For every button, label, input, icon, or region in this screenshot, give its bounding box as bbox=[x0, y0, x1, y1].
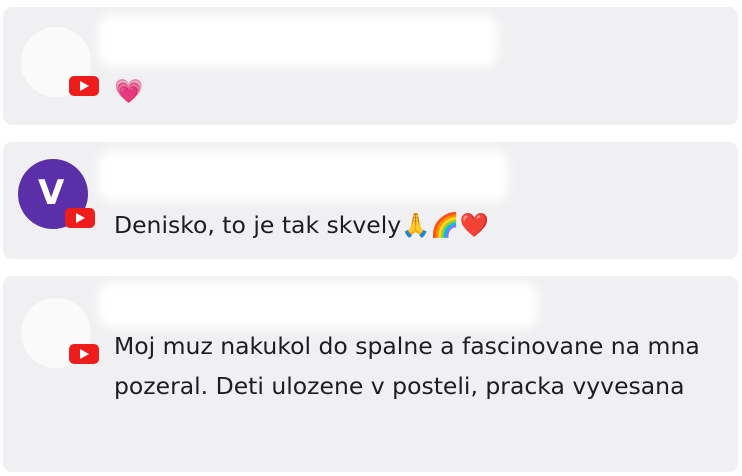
redacted-author-name bbox=[98, 150, 508, 202]
youtube-badge-icon bbox=[65, 208, 95, 228]
youtube-badge-icon bbox=[69, 344, 99, 364]
comment-text: Moj muz nakukol do spalne a fascinovane … bbox=[114, 332, 708, 400]
avatar-initial: V bbox=[38, 173, 65, 213]
redacted-author-name bbox=[98, 282, 538, 328]
comment-card: V Denisko, to je tak skvely🙏🌈❤️ bbox=[3, 142, 738, 259]
comment-card: 💗 bbox=[3, 7, 738, 125]
redacted-author-name bbox=[98, 15, 498, 67]
comment-text: Denisko, to je tak skvely🙏🌈❤️ bbox=[114, 211, 489, 239]
youtube-badge-icon bbox=[69, 76, 99, 96]
comment-card: Moj muz nakukol do spalne a fascinovane … bbox=[3, 276, 738, 472]
comment-text: 💗 bbox=[114, 77, 144, 105]
